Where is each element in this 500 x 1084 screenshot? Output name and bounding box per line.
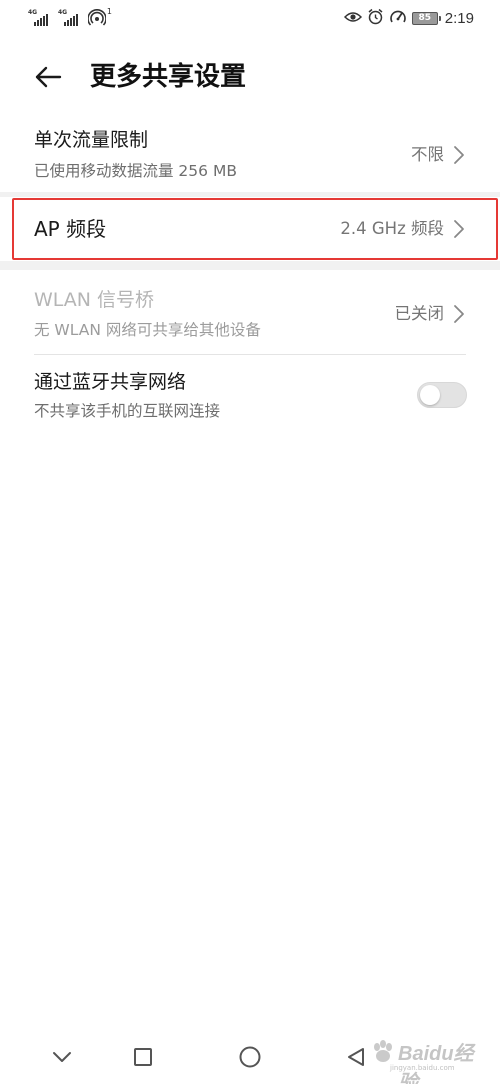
speed-gauge-icon [389,8,407,29]
alarm-icon [367,8,384,29]
recent-apps-icon [134,1048,152,1066]
chevron-right-icon [454,220,464,238]
setting-bluetooth-tethering: 通过蓝牙共享网络 不共享该手机的互联网连接 [0,358,500,430]
app-header: 更多共享设置 [0,52,500,102]
signal-strength-icon: 4G [28,9,52,26]
hotspot-icon: 1 [87,7,112,27]
setting-value: 2.4 GHz 频段 [340,219,444,238]
setting-title: 单次流量限制 [34,129,149,151]
nav-collapse-button[interactable] [47,1042,77,1072]
setting-ap-band[interactable]: AP 频段 2.4 GHz 频段 [0,197,500,261]
setting-data-limit[interactable]: 单次流量限制 已使用移动数据流量 256 MB 不限 [0,120,500,192]
setting-subtitle: 无 WLAN 网络可共享给其他设备 [34,321,261,339]
setting-title: AP 频段 [34,217,107,241]
setting-wlan-bridge[interactable]: WLAN 信号桥 无 WLAN 网络可共享给其他设备 已关闭 [0,278,500,354]
home-icon [239,1046,261,1068]
chevron-right-icon [454,305,464,323]
divider [34,354,466,355]
setting-title: WLAN 信号桥 [34,289,155,311]
status-bar: 4G 4G 1 85 2:19 [0,0,500,36]
signal-strength-icon: 4G [58,9,82,26]
back-button[interactable] [32,61,64,93]
baidu-watermark: Baidu经验 jingyan.baidu.com [370,1036,492,1084]
nav-home-button[interactable] [235,1042,265,1072]
setting-title: 通过蓝牙共享网络 [34,371,187,393]
status-time: 2:19 [444,9,474,27]
battery-icon: 85 [411,11,441,25]
battery-level: 85 [418,12,432,23]
watermark-url: jingyan.baidu.com [390,1064,455,1072]
status-bar-right: 85 2:19 [343,8,474,29]
nav-recent-button[interactable] [128,1042,158,1072]
back-triangle-icon [348,1048,364,1066]
setting-subtitle: 已使用移动数据流量 256 MB [34,162,237,180]
toggle-knob [420,385,440,405]
system-nav-bar: Baidu经验 jingyan.baidu.com [0,1030,500,1084]
eye-comfort-icon [343,9,362,28]
page-title: 更多共享设置 [90,62,247,92]
setting-subtitle: 不共享该手机的互联网连接 [34,402,221,420]
arrow-left-icon [35,66,62,88]
nav-back-button[interactable] [341,1042,371,1072]
setting-value: 已关闭 [394,304,445,323]
setting-value: 不限 [411,145,444,164]
watermark-text: Baidu经验 [398,1043,474,1084]
bluetooth-tethering-toggle[interactable] [417,382,467,408]
status-bar-left: 4G 4G 1 [28,7,112,27]
paw-logo-icon [374,1040,392,1062]
chevron-down-icon [53,1052,71,1062]
chevron-right-icon [454,146,464,164]
hotspot-client-count: 1 [106,7,112,16]
